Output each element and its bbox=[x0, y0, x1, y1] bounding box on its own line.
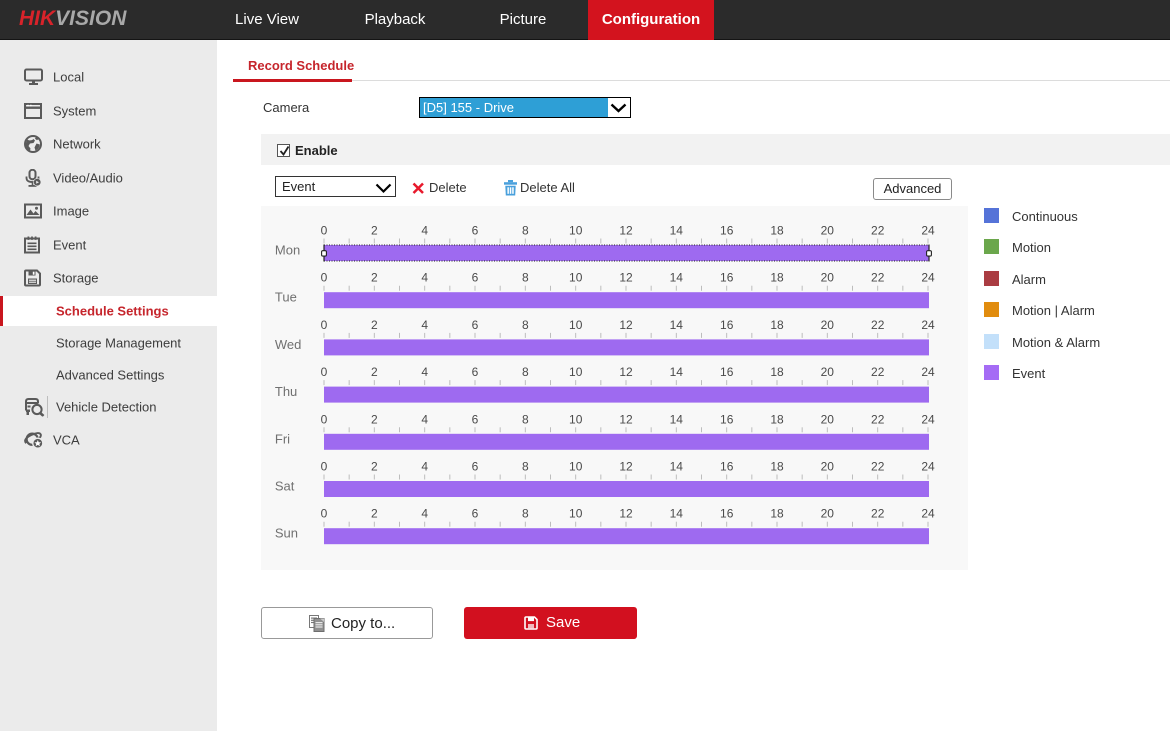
svg-text:18: 18 bbox=[770, 271, 784, 285]
svg-text:20: 20 bbox=[821, 318, 835, 332]
svg-text:2: 2 bbox=[371, 271, 378, 285]
svg-text:4: 4 bbox=[421, 507, 428, 521]
svg-text:20: 20 bbox=[821, 271, 835, 285]
svg-text:4: 4 bbox=[421, 365, 428, 379]
svg-text:8: 8 bbox=[522, 224, 529, 238]
svg-text:16: 16 bbox=[720, 460, 734, 474]
svg-text:2: 2 bbox=[371, 507, 378, 521]
svg-text:8: 8 bbox=[522, 460, 529, 474]
svg-text:10: 10 bbox=[569, 318, 583, 332]
svg-text:4: 4 bbox=[421, 318, 428, 332]
svg-text:Tue: Tue bbox=[275, 290, 297, 305]
svg-text:16: 16 bbox=[720, 271, 734, 285]
svg-text:20: 20 bbox=[821, 412, 835, 426]
svg-text:16: 16 bbox=[720, 318, 734, 332]
svg-text:22: 22 bbox=[871, 365, 885, 379]
svg-text:18: 18 bbox=[770, 318, 784, 332]
svg-text:24: 24 bbox=[921, 271, 935, 285]
svg-text:6: 6 bbox=[472, 412, 479, 426]
svg-text:Thu: Thu bbox=[275, 384, 297, 399]
svg-text:12: 12 bbox=[619, 271, 633, 285]
svg-text:10: 10 bbox=[569, 460, 583, 474]
svg-text:12: 12 bbox=[619, 507, 633, 521]
svg-text:10: 10 bbox=[569, 507, 583, 521]
svg-text:20: 20 bbox=[821, 460, 835, 474]
svg-text:22: 22 bbox=[871, 224, 885, 238]
svg-text:6: 6 bbox=[472, 224, 479, 238]
svg-text:14: 14 bbox=[670, 318, 684, 332]
svg-text:Wed: Wed bbox=[275, 337, 302, 352]
svg-text:6: 6 bbox=[472, 318, 479, 332]
svg-text:10: 10 bbox=[569, 365, 583, 379]
svg-text:2: 2 bbox=[371, 318, 378, 332]
svg-text:2: 2 bbox=[371, 460, 378, 474]
svg-text:0: 0 bbox=[321, 224, 328, 238]
svg-text:2: 2 bbox=[371, 412, 378, 426]
svg-text:16: 16 bbox=[720, 365, 734, 379]
svg-text:0: 0 bbox=[321, 318, 328, 332]
svg-text:18: 18 bbox=[770, 412, 784, 426]
svg-text:0: 0 bbox=[321, 271, 328, 285]
svg-text:4: 4 bbox=[421, 412, 428, 426]
svg-text:6: 6 bbox=[472, 460, 479, 474]
svg-text:12: 12 bbox=[619, 460, 633, 474]
svg-text:16: 16 bbox=[720, 412, 734, 426]
svg-text:22: 22 bbox=[871, 412, 885, 426]
svg-text:14: 14 bbox=[670, 507, 684, 521]
svg-text:20: 20 bbox=[821, 507, 835, 521]
svg-text:Fri: Fri bbox=[275, 431, 290, 446]
svg-text:14: 14 bbox=[670, 365, 684, 379]
svg-text:18: 18 bbox=[770, 224, 784, 238]
svg-text:4: 4 bbox=[421, 271, 428, 285]
svg-text:0: 0 bbox=[321, 412, 328, 426]
svg-text:22: 22 bbox=[871, 271, 885, 285]
svg-text:Sat: Sat bbox=[275, 479, 295, 494]
svg-text:0: 0 bbox=[321, 365, 328, 379]
svg-text:24: 24 bbox=[921, 365, 935, 379]
svg-text:24: 24 bbox=[921, 460, 935, 474]
svg-text:8: 8 bbox=[522, 271, 529, 285]
svg-text:4: 4 bbox=[421, 224, 428, 238]
svg-text:24: 24 bbox=[921, 224, 935, 238]
svg-text:2: 2 bbox=[371, 224, 378, 238]
svg-text:16: 16 bbox=[720, 224, 734, 238]
svg-text:18: 18 bbox=[770, 507, 784, 521]
svg-text:4: 4 bbox=[421, 460, 428, 474]
svg-text:Sun: Sun bbox=[275, 526, 298, 541]
svg-text:22: 22 bbox=[871, 318, 885, 332]
svg-text:6: 6 bbox=[472, 271, 479, 285]
svg-text:0: 0 bbox=[321, 507, 328, 521]
svg-text:8: 8 bbox=[522, 318, 529, 332]
svg-text:14: 14 bbox=[670, 224, 684, 238]
svg-text:14: 14 bbox=[670, 271, 684, 285]
svg-text:10: 10 bbox=[569, 271, 583, 285]
svg-text:14: 14 bbox=[670, 460, 684, 474]
svg-text:14: 14 bbox=[670, 412, 684, 426]
svg-text:Mon: Mon bbox=[275, 243, 300, 258]
svg-text:24: 24 bbox=[921, 318, 935, 332]
svg-text:24: 24 bbox=[921, 412, 935, 426]
svg-text:2: 2 bbox=[371, 365, 378, 379]
svg-text:12: 12 bbox=[619, 224, 633, 238]
svg-text:6: 6 bbox=[472, 365, 479, 379]
svg-text:10: 10 bbox=[569, 224, 583, 238]
svg-text:20: 20 bbox=[821, 224, 835, 238]
svg-text:6: 6 bbox=[472, 507, 479, 521]
svg-text:20: 20 bbox=[821, 365, 835, 379]
svg-text:22: 22 bbox=[871, 507, 885, 521]
svg-text:12: 12 bbox=[619, 365, 633, 379]
svg-text:10: 10 bbox=[569, 412, 583, 426]
svg-text:8: 8 bbox=[522, 507, 529, 521]
svg-text:8: 8 bbox=[522, 412, 529, 426]
svg-text:0: 0 bbox=[321, 460, 328, 474]
svg-text:22: 22 bbox=[871, 460, 885, 474]
svg-text:18: 18 bbox=[770, 365, 784, 379]
svg-text:24: 24 bbox=[921, 507, 935, 521]
svg-text:12: 12 bbox=[619, 412, 633, 426]
svg-text:18: 18 bbox=[770, 460, 784, 474]
svg-text:12: 12 bbox=[619, 318, 633, 332]
svg-text:8: 8 bbox=[522, 365, 529, 379]
svg-text:16: 16 bbox=[720, 507, 734, 521]
